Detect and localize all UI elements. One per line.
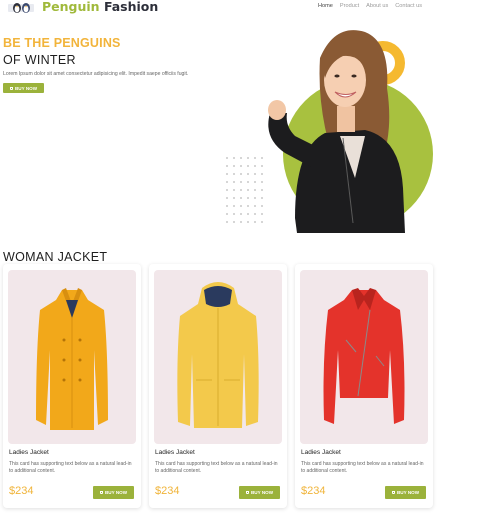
hero-model-image	[215, 18, 440, 236]
product-title: Ladies Jacket	[155, 449, 195, 456]
buy-now-label: BUY NOW	[104, 490, 128, 495]
hero-buy-now-button[interactable]: BUY NOW	[3, 83, 44, 93]
buy-now-button[interactable]: BUY NOW	[385, 486, 426, 499]
buy-now-button[interactable]: BUY NOW	[93, 486, 134, 499]
product-card[interactable]: Ladies Jacket This card has supporting t…	[3, 264, 141, 508]
main-nav: Home Product About us Contact us	[318, 3, 422, 9]
hero-description: Lorem Ipsum dolor sit amet consectetur a…	[3, 71, 189, 77]
product-price: $234	[301, 485, 326, 497]
product-title: Ladies Jacket	[301, 449, 341, 456]
product-description: This card has supporting text below as a…	[301, 461, 424, 474]
product-price: $234	[9, 485, 34, 497]
nav-contact[interactable]: Contact us	[395, 3, 422, 9]
product-title: Ladies Jacket	[9, 449, 49, 456]
hero-title-line2: OF WINTER	[3, 53, 76, 67]
cart-icon	[9, 86, 13, 90]
brand-logo[interactable]: Penguin Fashion	[6, 0, 158, 14]
cart-icon	[391, 491, 395, 494]
penguin-logo-icon	[6, 1, 38, 14]
hero-buy-now-label: BUY NOW	[14, 85, 38, 91]
product-description: This card has supporting text below as a…	[155, 461, 278, 474]
product-description: This card has supporting text below as a…	[9, 461, 132, 474]
cart-icon	[99, 491, 103, 494]
product-price: $234	[155, 485, 180, 497]
product-card[interactable]: Ladies Jacket This card has supporting t…	[149, 264, 287, 508]
top-header: Penguin Fashion Home Product About us Co…	[0, 0, 500, 16]
nav-home[interactable]: Home	[318, 3, 333, 9]
section-title: WOMAN JACKET	[3, 250, 108, 264]
product-card[interactable]: Ladies Jacket This card has supporting t…	[295, 264, 433, 508]
brand-name-part1: Penguin	[42, 0, 100, 14]
brand-name-part2: Fashion	[103, 0, 159, 14]
buy-now-label: BUY NOW	[396, 490, 420, 495]
cart-icon	[245, 491, 249, 494]
product-image	[154, 270, 282, 444]
buy-now-button[interactable]: BUY NOW	[239, 486, 280, 499]
product-image	[300, 270, 428, 444]
hero-title-line1: BE THE PENGUINS	[3, 36, 121, 50]
nav-product[interactable]: Product	[340, 3, 359, 9]
product-image	[8, 270, 136, 444]
nav-about[interactable]: About us	[366, 3, 388, 9]
buy-now-label: BUY NOW	[250, 490, 274, 495]
